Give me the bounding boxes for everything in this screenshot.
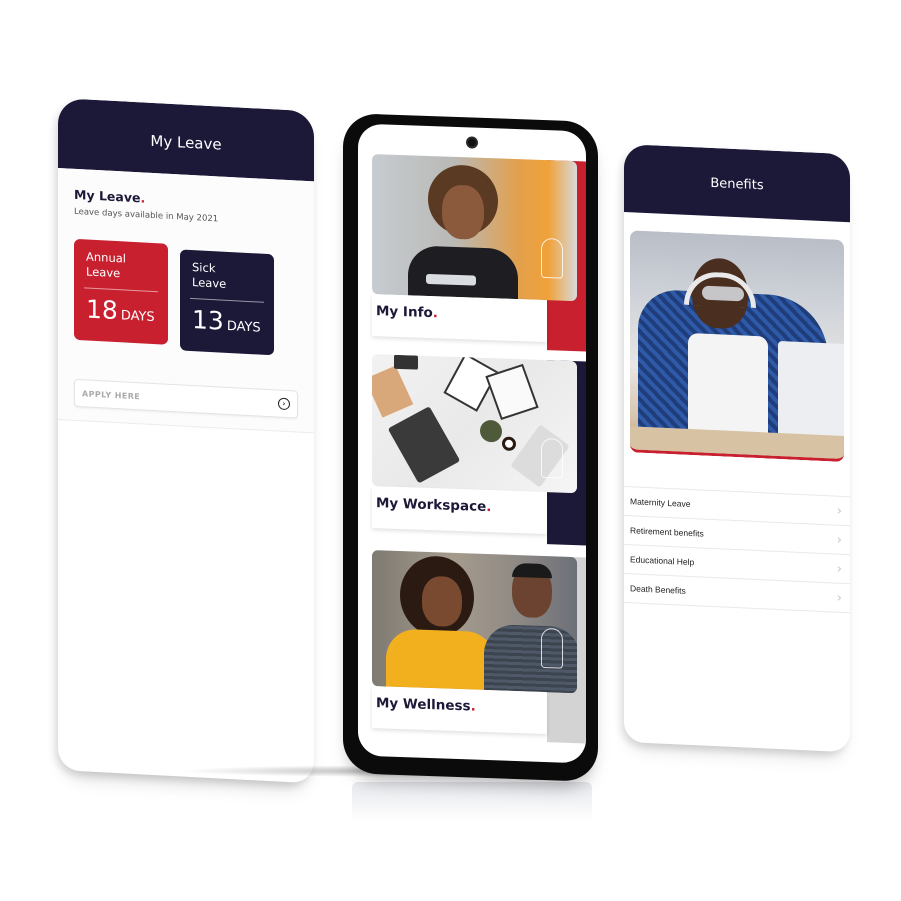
accent-dot: . <box>486 499 492 516</box>
photo-shape <box>484 623 577 694</box>
photo-shape <box>442 184 484 240</box>
photo-shape <box>480 419 502 443</box>
tile-my-info[interactable]: My Info. <box>372 154 586 352</box>
chevron-right-icon: › <box>836 503 842 519</box>
accent-dot: . <box>470 698 476 715</box>
photo-shape <box>422 575 462 628</box>
accent-dot: . <box>432 305 438 322</box>
sick-leave-label: Sick Leave <box>192 260 262 294</box>
leave-body: My Leave. Leave days available in May 20… <box>58 168 314 434</box>
benefits-header-title: Benefits <box>710 175 764 193</box>
outline-glyph <box>541 627 563 669</box>
home-screen: My Info. My Workspace. My Wellness. <box>358 123 586 764</box>
laptop-shape <box>778 340 844 445</box>
leave-header: My Leave <box>58 98 314 182</box>
benefits-list: Maternity Leave › Retirement benefits › … <box>624 486 850 614</box>
chevron-right-icon: › <box>836 561 842 577</box>
sick-leave-card[interactable]: Sick Leave 13 DAYS <box>180 249 274 356</box>
apply-here-placeholder: APPLY HERE <box>82 388 141 401</box>
card-divider <box>84 287 158 293</box>
outline-glyph <box>541 437 563 479</box>
sick-leave-days: 13 DAYS <box>192 305 262 338</box>
annual-leave-days: 18 DAYS <box>86 294 156 327</box>
benefit-item-label: Retirement benefits <box>630 525 704 539</box>
benefits-hero-image <box>630 230 844 462</box>
front-camera-icon <box>466 136 478 149</box>
arrow-circle-right-icon[interactable]: › <box>278 397 290 411</box>
benefit-item-label: Death Benefits <box>630 583 686 596</box>
photo-shape <box>408 245 518 302</box>
chevron-right-icon: › <box>836 532 842 548</box>
tile-label: My Workspace. <box>372 486 547 534</box>
photo-shape <box>485 363 539 420</box>
leave-header-title: My Leave <box>150 131 222 154</box>
photo-shape <box>386 628 496 693</box>
annual-leave-card[interactable]: Annual Leave 18 DAYS <box>74 238 168 345</box>
sick-leave-label-line2: Leave <box>192 275 227 291</box>
tile-label: My Info. <box>372 294 547 342</box>
my-wellness-image <box>372 550 577 694</box>
card-divider <box>190 297 264 303</box>
tile-my-wellness[interactable]: My Wellness. <box>372 550 586 744</box>
tile-card: My Wellness. <box>372 686 547 735</box>
tile-label-text: My Workspace <box>376 495 487 516</box>
phone-device: My Info. My Workspace. My Wellness. <box>343 113 598 782</box>
my-leave-screen: My Leave My Leave. Leave days available … <box>58 98 314 784</box>
my-workspace-image <box>372 354 577 494</box>
my-info-image <box>372 154 577 302</box>
photo-shape <box>394 354 418 370</box>
benefits-header: Benefits <box>624 144 850 223</box>
tile-label-text: My Info <box>376 303 433 322</box>
photo-shape <box>426 273 476 286</box>
glasses-shape <box>702 285 744 302</box>
photo-shape <box>387 406 461 484</box>
tile-card: My Workspace. <box>372 486 547 535</box>
accent-dot: . <box>140 190 146 206</box>
benefit-item-label: Maternity Leave <box>630 496 691 510</box>
chevron-right-icon: › <box>836 590 842 606</box>
annual-leave-days-unit: DAYS <box>120 308 155 326</box>
apply-here-field[interactable]: APPLY HERE › <box>74 378 298 419</box>
benefits-screen: Benefits Maternity Leave › Retirement be… <box>624 144 850 753</box>
annual-leave-label: Annual Leave <box>86 249 156 283</box>
phone-reflection <box>352 782 592 822</box>
tile-my-workspace[interactable]: My Workspace. <box>372 354 586 546</box>
photo-shape <box>372 365 414 418</box>
sick-leave-days-count: 13 <box>192 305 224 336</box>
photo-shape <box>512 562 552 579</box>
sick-leave-days-unit: DAYS <box>226 318 261 336</box>
leave-section-title-text: My Leave <box>74 186 141 206</box>
annual-leave-days-count: 18 <box>86 294 118 326</box>
annual-leave-label-line2: Leave <box>86 264 121 281</box>
tile-label: My Wellness. <box>372 686 547 734</box>
benefit-item-label: Educational Help <box>630 554 695 568</box>
outline-glyph <box>541 237 563 279</box>
leave-cards: Annual Leave 18 DAYS Sick Leave 13 DAYS <box>74 238 298 357</box>
tile-card: My Info. <box>372 294 547 343</box>
photo-shape <box>502 436 516 452</box>
tile-label-text: My Wellness <box>376 695 471 715</box>
